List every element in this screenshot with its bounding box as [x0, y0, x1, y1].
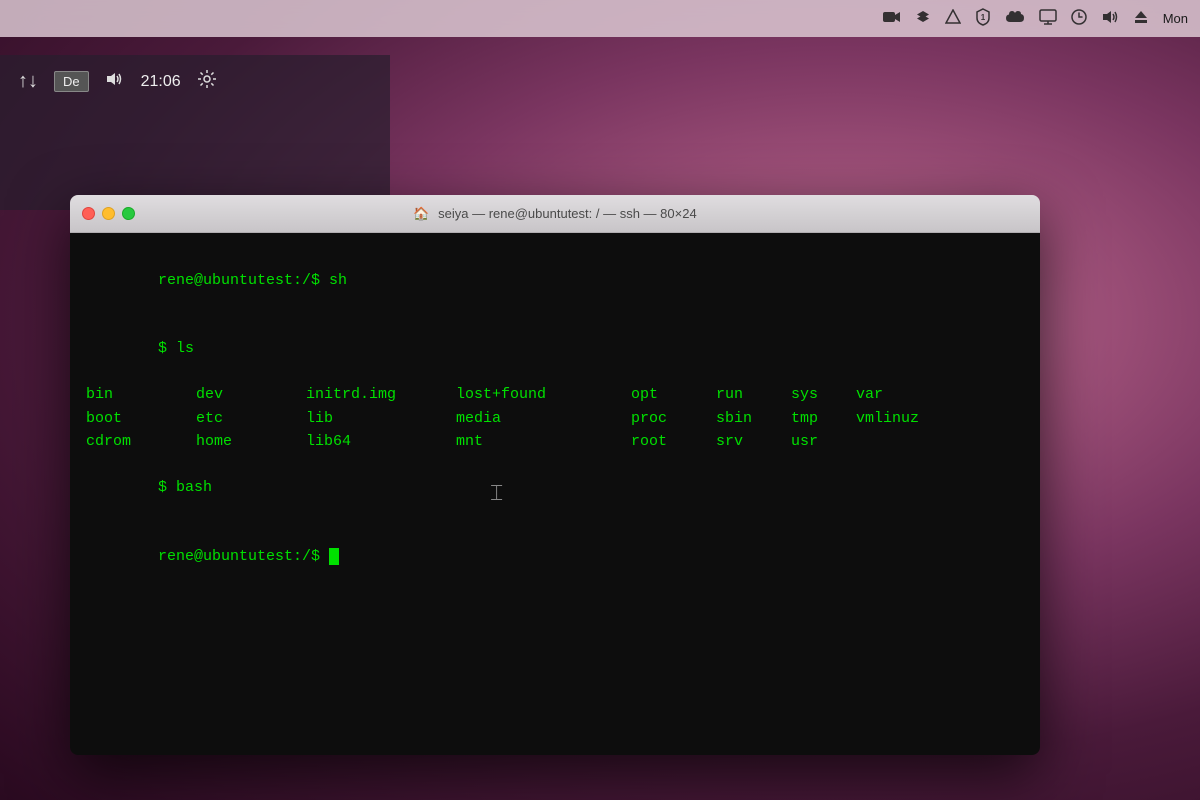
ls-usr: usr: [791, 431, 856, 454]
ls-tmp: tmp: [791, 408, 856, 431]
cmd-sh: sh: [329, 272, 347, 289]
volume-icon[interactable]: [1101, 9, 1119, 29]
ls-lost-found: lost+found: [456, 384, 631, 407]
linux-keyboard-layout[interactable]: De: [54, 71, 89, 92]
terminal-titlebar: 🏠 seiya — rene@ubuntutest: / — ssh — 80×…: [70, 195, 1040, 233]
linux-panel-window: ↑↓ De 21:06: [0, 55, 390, 210]
terminal-line-bash: $ bash: [86, 455, 1024, 523]
ls-output-row3: cdrom home lib64 mnt root srv usr: [86, 431, 1024, 454]
ls-etc: etc: [196, 408, 306, 431]
ls-lib64: lib64: [306, 431, 456, 454]
ls-cdrom: cdrom: [86, 431, 196, 454]
ls-proc: proc: [631, 408, 716, 431]
ls-lib: lib: [306, 408, 456, 431]
ls-root: root: [631, 431, 716, 454]
linux-volume-icon: [105, 70, 125, 93]
ls-initrd: initrd.img: [306, 384, 456, 407]
prompt-2: $: [158, 340, 176, 357]
ls-output-row1: bin dev initrd.img lost+found opt run sy…: [86, 384, 1024, 407]
ls-run: run: [716, 384, 791, 407]
minimize-button[interactable]: [102, 207, 115, 220]
terminal-cursor: [329, 548, 339, 565]
prompt-1: rene@ubuntutest:/$: [158, 272, 329, 289]
ls-sys: sys: [791, 384, 856, 407]
prompt-3: $: [158, 479, 176, 496]
terminal-line-2: $ ls: [86, 316, 1024, 384]
cmd-bash: bash: [176, 479, 212, 496]
linux-settings-icon[interactable]: [197, 69, 217, 94]
terminal-title-icon: 🏠: [413, 206, 429, 221]
1password-icon[interactable]: 1: [975, 8, 991, 30]
ls-bin: bin: [86, 384, 196, 407]
eject-icon[interactable]: [1133, 9, 1149, 29]
linux-clock: 21:06: [141, 73, 181, 91]
terminal-line-1: rene@ubuntutest:/$ sh: [86, 247, 1024, 315]
desktop: 1: [0, 0, 1200, 800]
cmd-ls: ls: [176, 340, 194, 357]
menubar: 1: [0, 0, 1200, 37]
menubar-icons: 1: [883, 8, 1149, 30]
display-mirror-icon[interactable]: [1039, 9, 1057, 29]
icloud-icon[interactable]: [1005, 10, 1025, 28]
terminal-title: 🏠 seiya — rene@ubuntutest: / — ssh — 80×…: [413, 206, 696, 222]
dropbox-icon[interactable]: [915, 9, 931, 29]
ls-mnt: mnt: [456, 431, 631, 454]
ls-home: home: [196, 431, 306, 454]
terminal-window[interactable]: 🏠 seiya — rene@ubuntutest: / — ssh — 80×…: [70, 195, 1040, 755]
linux-sort-icon: ↑↓: [18, 70, 38, 93]
terminal-body[interactable]: rene@ubuntutest:/$ sh $ ls bin dev initr…: [70, 233, 1040, 755]
ls-sbin: sbin: [716, 408, 791, 431]
time-machine-icon[interactable]: [1071, 9, 1087, 29]
linux-taskbar: ↑↓ De 21:06: [10, 63, 225, 100]
ls-srv: srv: [716, 431, 791, 454]
ls-vmlinuz: vmlinuz: [856, 408, 926, 431]
svg-text:1: 1: [980, 13, 985, 22]
google-drive-icon[interactable]: [945, 9, 961, 29]
menubar-time: Mon: [1163, 11, 1188, 26]
ls-opt: opt: [631, 384, 716, 407]
traffic-lights: [82, 207, 135, 220]
ls-dev: dev: [196, 384, 306, 407]
prompt-4: rene@ubuntutest:/$: [158, 548, 329, 565]
close-button[interactable]: [82, 207, 95, 220]
ls-media: media: [456, 408, 631, 431]
maximize-button[interactable]: [122, 207, 135, 220]
ls-output-row2: boot etc lib media proc sbin tmp vmlinuz: [86, 408, 1024, 431]
terminal-line-active[interactable]: rene@ubuntutest:/$: [86, 523, 1024, 591]
facetime-camera-icon[interactable]: [883, 10, 901, 28]
ls-var: var: [856, 384, 926, 407]
ls-boot: boot: [86, 408, 196, 431]
